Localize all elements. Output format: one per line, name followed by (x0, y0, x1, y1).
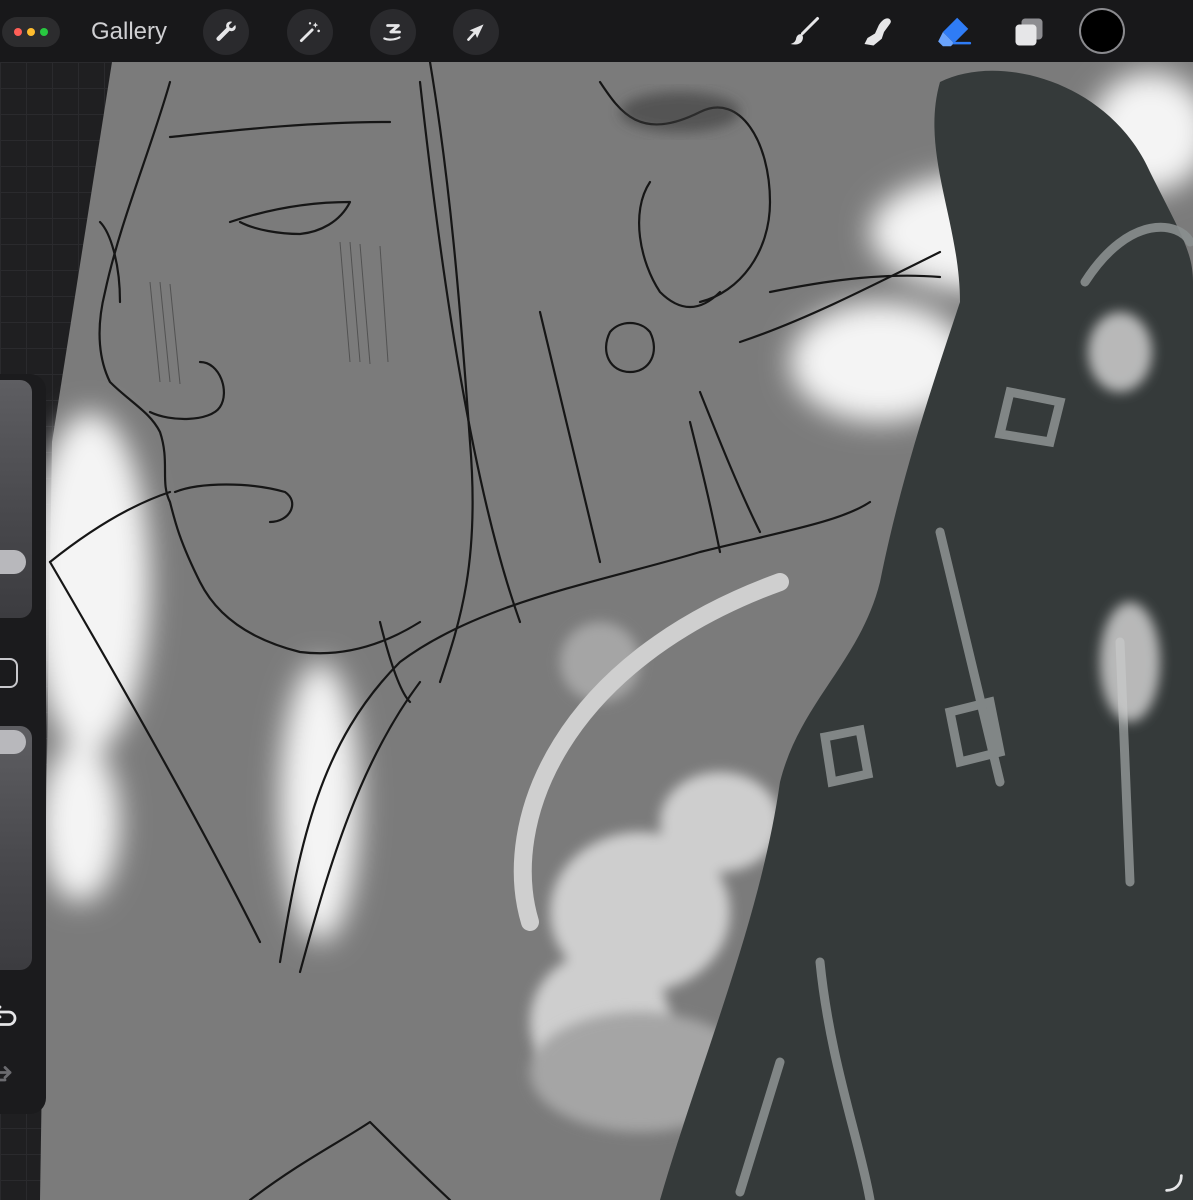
brush-button[interactable] (782, 10, 826, 54)
maximize-dot[interactable] (40, 28, 48, 36)
wrench-icon (216, 21, 236, 41)
procreate-app: Gallery (0, 0, 1193, 1200)
top-toolbar: Gallery (0, 0, 1193, 62)
selection-button[interactable] (370, 9, 416, 55)
selection-s-icon (383, 24, 401, 41)
eraser-icon (938, 17, 972, 47)
opacity-slider[interactable] (0, 726, 32, 970)
magic-wand-icon (299, 22, 320, 43)
minimize-dot[interactable] (27, 28, 35, 36)
modify-button[interactable] (0, 658, 18, 688)
smudge-button[interactable] (856, 10, 900, 54)
smudge-finger-icon (864, 18, 891, 46)
arrow-cursor-icon (467, 24, 484, 41)
opacity-thumb[interactable] (0, 730, 26, 754)
close-dot[interactable] (14, 28, 22, 36)
redo-button[interactable] (0, 1060, 20, 1090)
window-controls[interactable] (2, 17, 60, 47)
resize-corner-icon[interactable] (1163, 1172, 1185, 1194)
layers-icon (1015, 18, 1043, 46)
brush-size-thumb[interactable] (0, 550, 26, 574)
eraser-button[interactable] (932, 10, 976, 54)
undo-button[interactable] (0, 1002, 20, 1032)
redo-arrow-icon (0, 1066, 12, 1082)
brush-size-slider[interactable] (0, 380, 32, 618)
brush-icon (790, 17, 819, 45)
left-sidebar (0, 374, 46, 1114)
actions-button[interactable] (203, 9, 249, 55)
drawing-canvas[interactable] (0, 62, 1193, 1200)
gallery-button[interactable]: Gallery (91, 17, 167, 47)
transform-button[interactable] (453, 9, 499, 55)
adjustments-button[interactable] (287, 9, 333, 55)
layers-button[interactable] (1007, 10, 1051, 54)
undo-arrow-icon (0, 1005, 17, 1026)
color-picker-button[interactable] (1081, 10, 1123, 52)
